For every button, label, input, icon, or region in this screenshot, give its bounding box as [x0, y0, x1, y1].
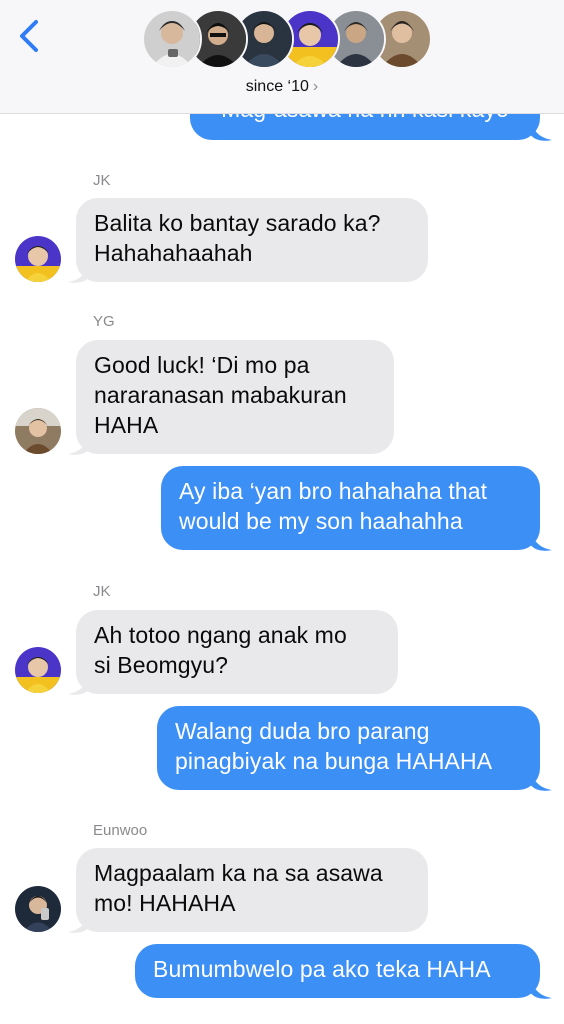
group-avatars[interactable]: [142, 9, 432, 71]
conversation-header: since ‘10 ›: [0, 0, 564, 114]
message-bubble-incoming[interactable]: Balita ko bantay sarado ka? Hahahahaahah: [76, 198, 428, 282]
avatar-eunwoo[interactable]: [15, 886, 61, 932]
avatar-yg[interactable]: [15, 408, 61, 454]
bubble-tail: [530, 978, 552, 999]
bubble-tail: [68, 674, 90, 695]
bubble-tail: [530, 530, 552, 551]
group-name-button[interactable]: since ‘10 ›: [0, 78, 564, 96]
message-bubble-incoming[interactable]: Magpaalam ka na sa asawa mo! HAHAHA: [76, 848, 428, 932]
chevron-left-icon: [20, 20, 38, 52]
avatar-image: [15, 886, 61, 932]
chevron-right-icon: ›: [312, 78, 319, 95]
sender-name: JK: [93, 583, 111, 600]
bubble-tail: [530, 770, 552, 791]
message-bubble-incoming[interactable]: Ah totoo ngang anak mo si Beomgyu?: [76, 610, 398, 694]
avatar-image: [15, 236, 61, 282]
avatar-image: [15, 408, 61, 454]
sender-name: JK: [93, 172, 111, 189]
sender-name: YG: [93, 313, 115, 330]
group-name: since ‘10: [245, 78, 309, 95]
sender-name: Eunwoo: [93, 822, 148, 839]
bubble-tail: [68, 912, 90, 933]
bubble-tail: [68, 434, 90, 455]
avatar-jk[interactable]: [15, 236, 61, 282]
member-avatar: [142, 9, 202, 69]
message-bubble-outgoing[interactable]: Ay iba ‘yan bro hahahaha that would be m…: [161, 466, 540, 550]
avatar-jk[interactable]: [15, 647, 61, 693]
back-button[interactable]: [16, 18, 44, 54]
message-thread[interactable]: Mag-asawa na rin kasi kayo JK Balita ko …: [0, 0, 564, 1024]
bubble-tail: [530, 120, 552, 141]
avatar-image: [15, 647, 61, 693]
bubble-tail: [68, 262, 90, 283]
message-bubble-outgoing[interactable]: Walang duda bro parang pinagbiyak na bun…: [157, 706, 540, 790]
message-bubble-outgoing[interactable]: Bumumbwelo pa ako teka HAHA: [135, 944, 540, 998]
message-bubble-incoming[interactable]: Good luck! ‘Di mo pa nararanasan mabakur…: [76, 340, 394, 454]
